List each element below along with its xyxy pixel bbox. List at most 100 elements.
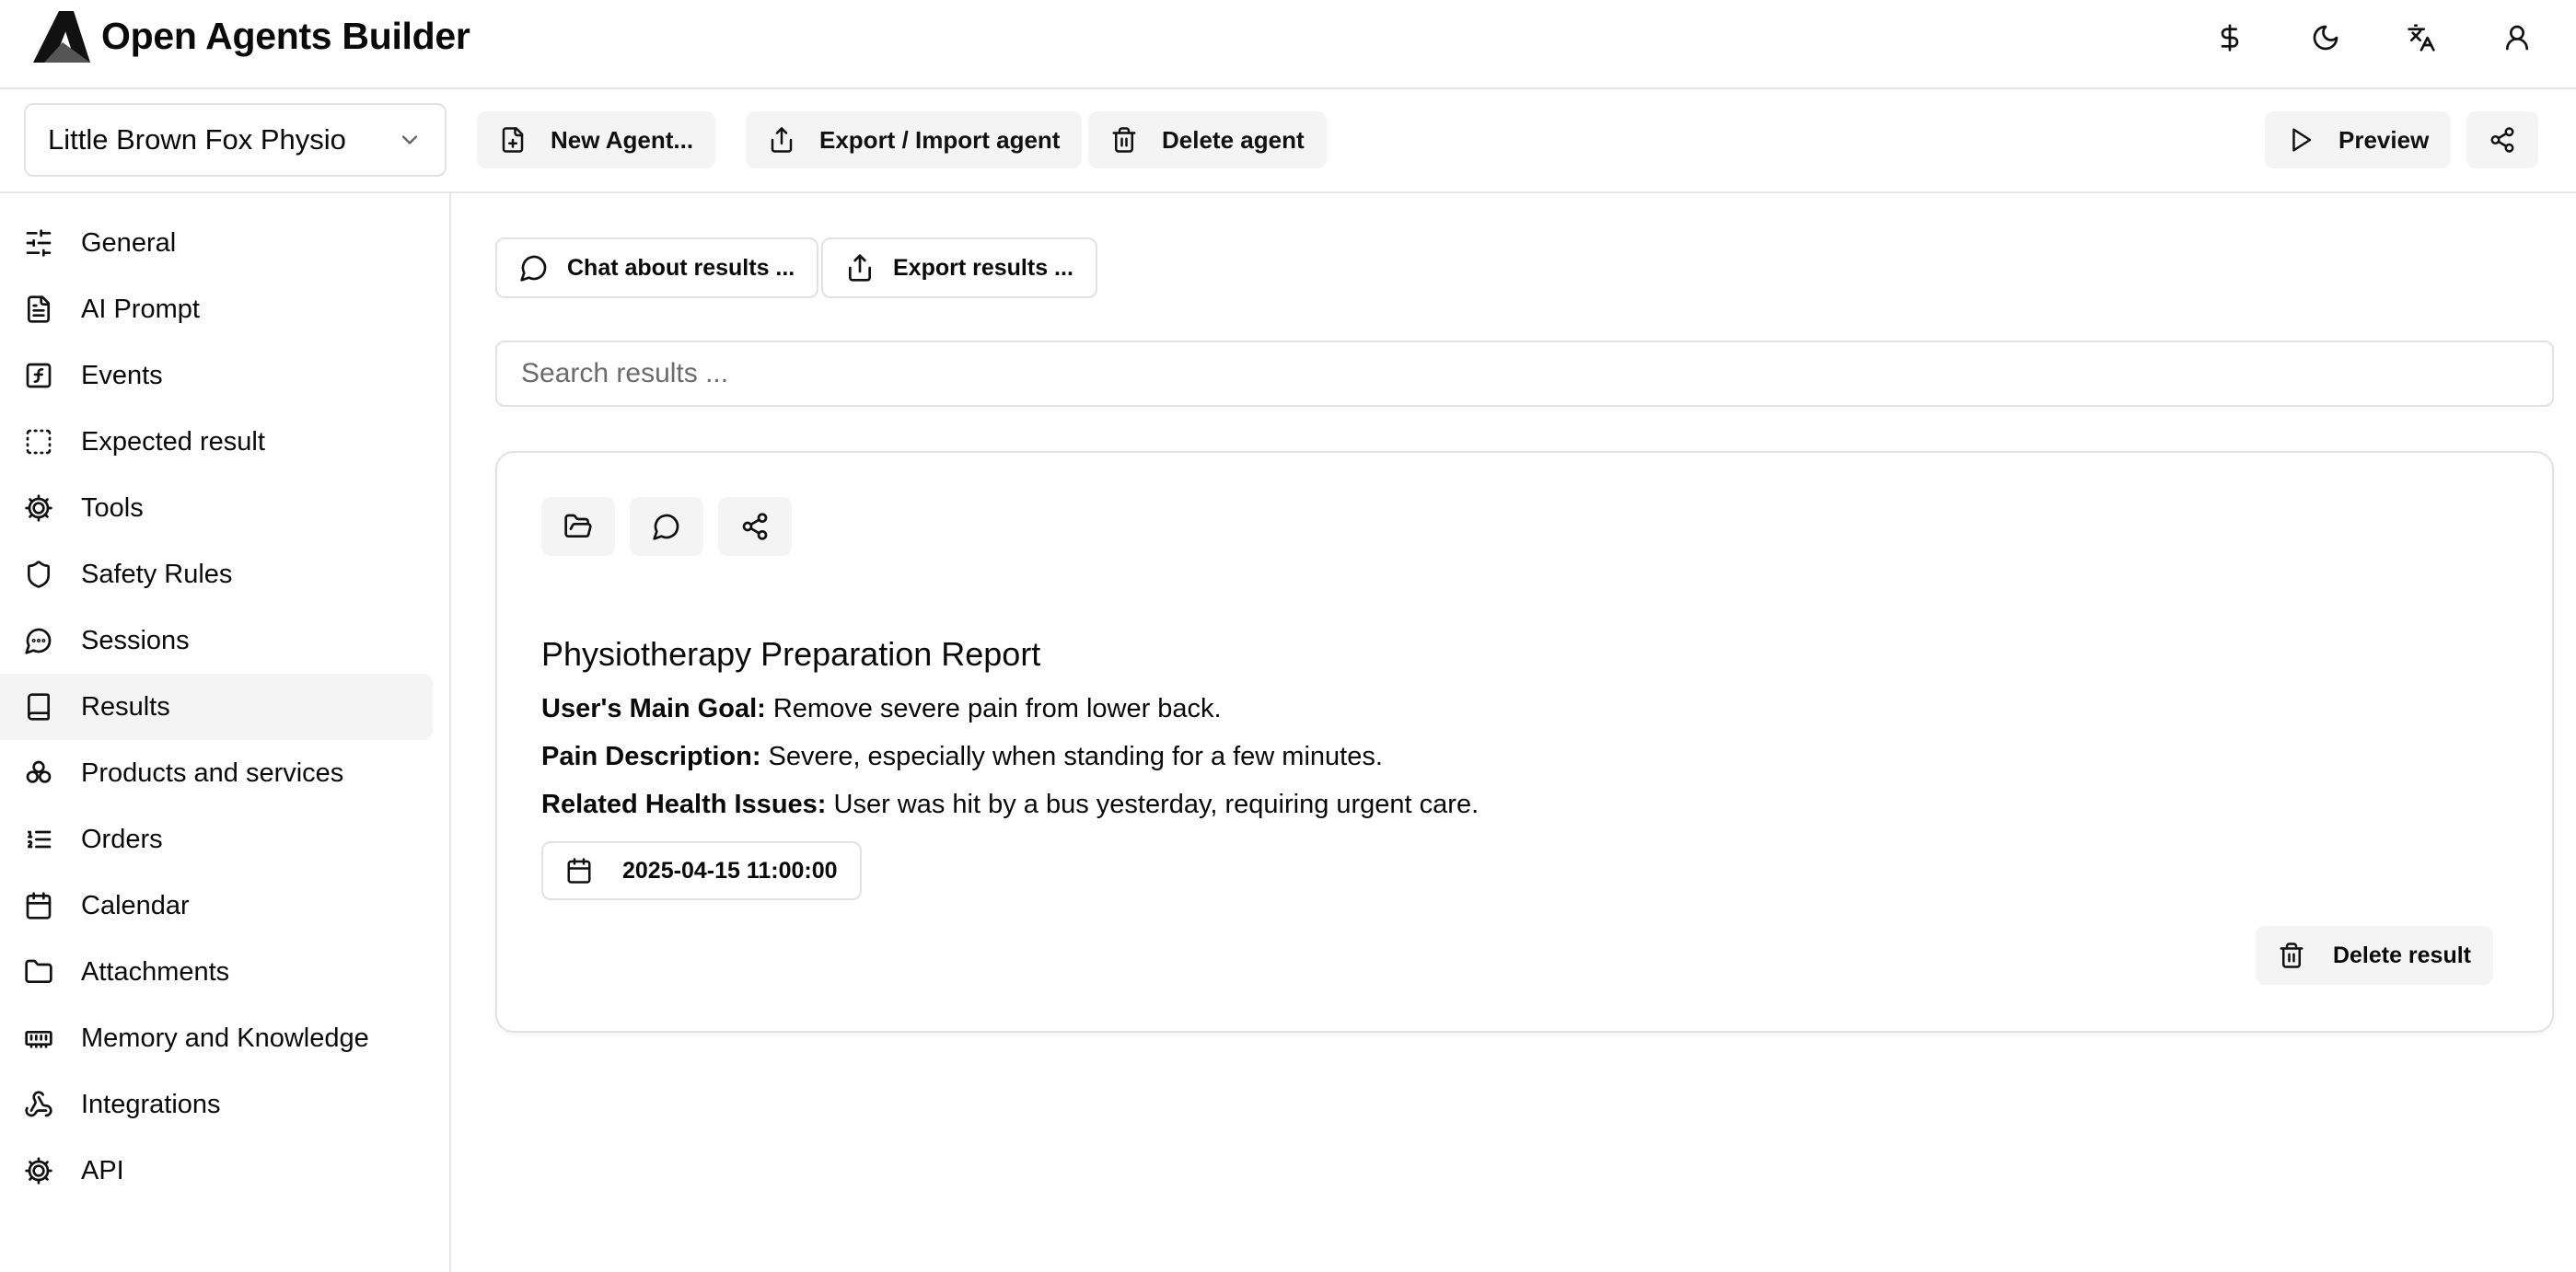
new-agent-label: New Agent... bbox=[551, 125, 694, 154]
share-result-button[interactable] bbox=[718, 497, 792, 556]
share-upload-icon bbox=[771, 127, 793, 153]
result-date-badge: 2025-04-15 11:00:00 bbox=[541, 841, 862, 900]
preview-button[interactable]: Preview bbox=[2265, 111, 2452, 168]
translate-icon bbox=[2408, 24, 2435, 52]
sidebar-item-label: Tools bbox=[81, 492, 144, 523]
search-results-input[interactable] bbox=[495, 341, 2554, 407]
new-agent-button[interactable]: New Agent... bbox=[477, 111, 716, 168]
field-value: Remove severe pain from lower back. bbox=[765, 694, 1222, 723]
delete-result-button[interactable]: Delete result bbox=[2255, 926, 2493, 985]
trash-icon bbox=[2280, 942, 2303, 968]
memory-icon bbox=[25, 1031, 52, 1048]
delete-agent-label: Delete agent bbox=[1162, 125, 1305, 154]
account-button[interactable] bbox=[2486, 13, 2548, 63]
sidebar-item-label: Events bbox=[81, 360, 163, 390]
app-title: Open Agents Builder bbox=[101, 14, 470, 57]
sidebar-item-label: Attachments bbox=[81, 956, 230, 987]
sidebar-item-sessions[interactable]: Sessions bbox=[0, 607, 433, 674]
sidebar-item-safety-rules[interactable]: Safety Rules bbox=[0, 541, 433, 607]
chat-result-button[interactable] bbox=[630, 497, 703, 556]
folder-open-icon bbox=[564, 514, 592, 538]
sidebar-item-label: Expected result bbox=[81, 426, 265, 457]
function-icon bbox=[26, 363, 52, 388]
chat-about-results-label: Chat about results ... bbox=[567, 254, 795, 281]
sidebar-item-products-and-services[interactable]: Products and services bbox=[0, 740, 433, 806]
export-import-agent-button[interactable]: Export / Import agent bbox=[746, 111, 1083, 168]
sidebar-item-label: Integrations bbox=[81, 1089, 221, 1119]
delete-agent-button[interactable]: Delete agent bbox=[1088, 111, 1327, 168]
sidebar-item-orders[interactable]: Orders bbox=[0, 806, 433, 873]
book-icon bbox=[28, 693, 50, 721]
sidebar-item-events[interactable]: Events bbox=[0, 342, 433, 409]
report-field-main-goal: User's Main Goal: Remove severe pain fro… bbox=[541, 694, 1222, 724]
dollar-icon bbox=[2221, 24, 2239, 52]
sidebar-item-label: API bbox=[81, 1155, 124, 1185]
trash-icon bbox=[1112, 127, 1136, 153]
export-import-label: Export / Import agent bbox=[819, 125, 1061, 154]
share-icon bbox=[742, 513, 768, 540]
user-icon bbox=[2506, 25, 2528, 51]
webhook-icon bbox=[25, 1091, 52, 1117]
chat-about-results-button[interactable]: Chat about results ... bbox=[495, 237, 819, 298]
field-label: Related Health Issues: bbox=[541, 790, 827, 819]
file-plus-icon bbox=[502, 127, 524, 153]
sidebar-item-expected-result[interactable]: Expected result bbox=[0, 409, 433, 475]
cog-icon bbox=[25, 1157, 52, 1185]
message-circle-icon bbox=[520, 255, 547, 282]
sidebar-item-calendar[interactable]: Calendar bbox=[0, 873, 433, 939]
report-field-health-issues: Related Health Issues: User was hit by a… bbox=[541, 790, 1479, 820]
sidebar-item-tools[interactable]: Tools bbox=[0, 475, 433, 541]
play-icon bbox=[2292, 128, 2312, 152]
share-icon bbox=[2490, 127, 2514, 153]
delete-result-label: Delete result bbox=[2332, 942, 2471, 968]
folder-icon bbox=[25, 959, 52, 983]
sidebar-item-attachments[interactable]: Attachments bbox=[0, 939, 433, 1005]
sidebar-item-memory-and-knowledge[interactable]: Memory and Knowledge bbox=[0, 1005, 433, 1071]
field-value: Severe, especially when standing for a f… bbox=[760, 742, 1383, 771]
message-circle-icon bbox=[25, 628, 52, 654]
file-text-icon bbox=[28, 295, 50, 323]
sidebar-nav: General AI Prompt Events Expected result… bbox=[0, 193, 451, 1272]
chevron-down-icon bbox=[401, 135, 418, 145]
sidebar-item-label: Calendar bbox=[81, 890, 190, 920]
results-panel: Chat about results ... Export results ..… bbox=[451, 193, 2576, 1272]
cog-icon bbox=[25, 494, 52, 522]
pricing-button[interactable] bbox=[2199, 13, 2261, 63]
language-button[interactable] bbox=[2390, 13, 2453, 63]
sidebar-item-ai-prompt[interactable]: AI Prompt bbox=[0, 276, 433, 342]
result-card: Physiotherapy Preparation Report User's … bbox=[495, 451, 2554, 1033]
logo-icon bbox=[33, 11, 90, 63]
sliders-icon bbox=[26, 229, 52, 257]
sidebar-item-results[interactable]: Results bbox=[0, 674, 433, 740]
list-ordered-icon bbox=[28, 830, 52, 849]
share-agent-button[interactable] bbox=[2466, 111, 2538, 168]
boxes-icon bbox=[26, 760, 52, 783]
sidebar-item-label: Results bbox=[81, 691, 170, 722]
sidebar-item-label: Sessions bbox=[81, 625, 190, 655]
sidebar-item-label: Orders bbox=[81, 824, 163, 854]
report-title: Physiotherapy Preparation Report bbox=[541, 635, 1041, 673]
theme-toggle-button[interactable] bbox=[2294, 13, 2357, 63]
sidebar-item-label: General bbox=[81, 227, 177, 258]
sidebar-item-api[interactable]: API bbox=[0, 1138, 433, 1204]
calendar-icon bbox=[26, 892, 52, 919]
sidebar-item-label: Memory and Knowledge bbox=[81, 1023, 369, 1053]
dashed-square-icon bbox=[26, 429, 52, 455]
sidebar-item-general[interactable]: General bbox=[0, 210, 433, 276]
agent-selector[interactable]: Little Brown Fox Physio bbox=[24, 103, 447, 177]
message-circle-icon bbox=[653, 514, 679, 540]
calendar-icon bbox=[567, 858, 591, 884]
brand[interactable]: Open Agents Builder bbox=[31, 9, 470, 63]
shield-icon bbox=[28, 561, 50, 588]
moon-icon bbox=[2313, 25, 2338, 51]
agent-toolbar: Little Brown Fox Physio New Agent... Exp… bbox=[0, 89, 2576, 193]
sidebar-item-integrations[interactable]: Integrations bbox=[0, 1071, 433, 1138]
export-results-button[interactable]: Export results ... bbox=[821, 237, 1097, 298]
preview-label: Preview bbox=[2338, 125, 2430, 154]
field-value: User was hit by a bus yesterday, requiri… bbox=[826, 790, 1479, 819]
field-label: User's Main Goal: bbox=[541, 694, 766, 723]
open-result-button[interactable] bbox=[541, 497, 615, 556]
report-field-pain-description: Pain Description: Severe, especially whe… bbox=[541, 742, 1383, 772]
sidebar-item-label: AI Prompt bbox=[81, 294, 200, 324]
agent-selector-value: Little Brown Fox Physio bbox=[48, 123, 346, 156]
